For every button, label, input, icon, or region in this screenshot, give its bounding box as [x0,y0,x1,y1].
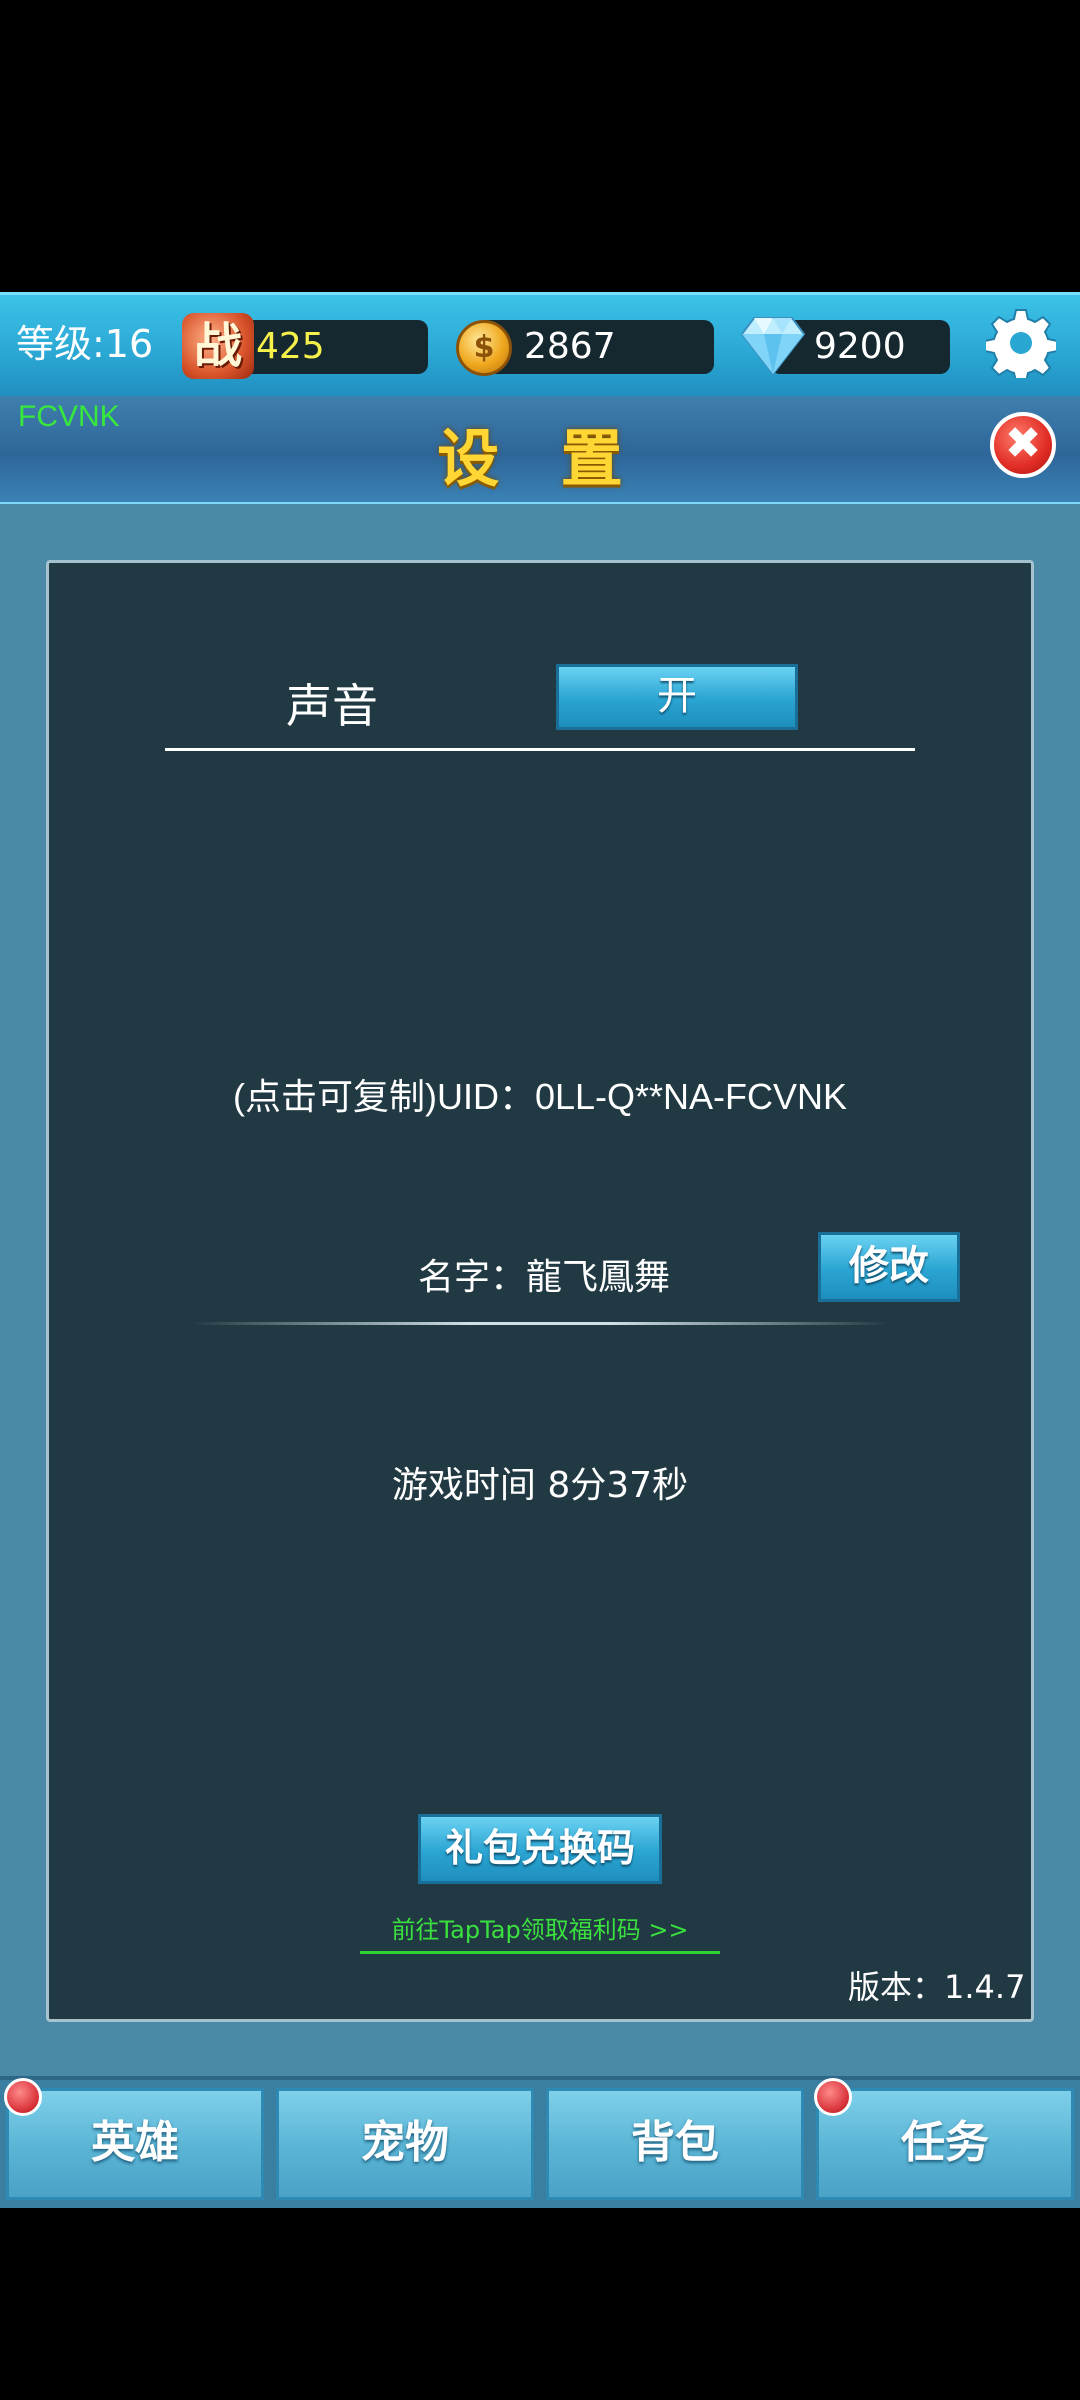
play-time: 游戏时间 8分37秒 [391,1465,689,1506]
version-label: 版本：1.4.7 [848,1968,1026,2006]
power-value: 425 [256,326,325,367]
rename-button[interactable]: 修改 [818,1232,960,1302]
heroes-notification-dot [4,2078,42,2116]
sound-divider [165,748,915,751]
tab-quests[interactable]: 任务 [816,2088,1074,2200]
power-counter: 425 [238,320,428,374]
gift-code-button[interactable]: 礼包兑换码 [418,1814,662,1884]
sound-label: 声音 [286,679,378,733]
quests-notification-dot [814,2078,852,2116]
player-level: 等级:16 [16,322,154,366]
player-name: 名字：龍飞鳳舞 [418,1257,671,1298]
gem-value: 9200 [814,326,906,367]
tab-pets[interactable]: 宠物 [276,2088,534,2200]
gold-coin-icon: $ [456,320,512,376]
gold-value: 2867 [524,326,616,367]
taptap-link[interactable]: 前往TapTap领取福利码 >> [360,1910,720,1954]
uid-copy-text[interactable]: (点击可复制)UID：0LL-Q**NA-FCVNK [0,1068,1080,1120]
name-divider [190,1322,890,1325]
diamond-icon [740,317,806,376]
page-title: 设 置 [437,422,643,495]
sound-toggle-button[interactable]: 开 [556,664,798,730]
tab-heroes[interactable]: 英雄 [6,2088,264,2200]
power-icon: 战 [182,313,254,379]
close-button[interactable]: ✖ [990,412,1056,478]
tab-backpack[interactable]: 背包 [546,2088,804,2200]
gear-icon[interactable] [986,308,1056,378]
